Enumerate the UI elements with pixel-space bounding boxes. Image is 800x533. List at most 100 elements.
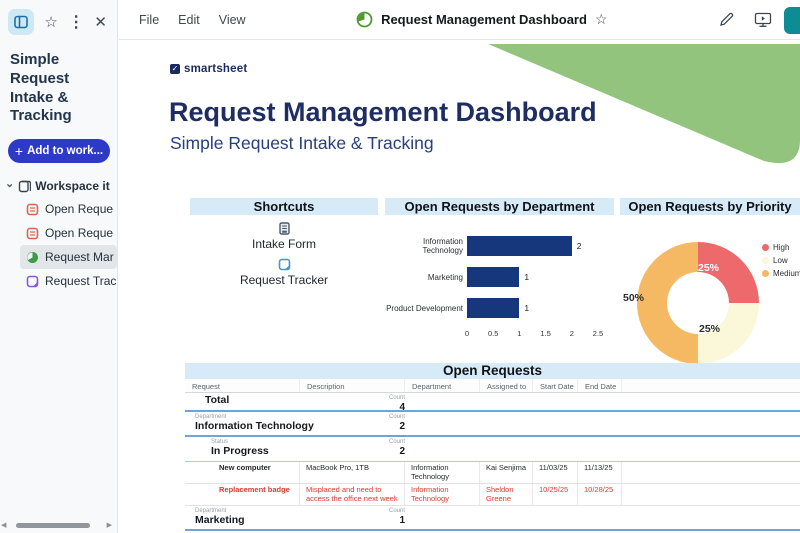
count-label: Count — [388, 508, 405, 514]
favorite-star-icon[interactable]: ☆ — [44, 15, 57, 30]
legend-item: Medium — [762, 269, 800, 278]
dashboard-title: Request Management Dashboard — [169, 97, 597, 127]
bar-chart-x-axis: 0 0.5 1 1.5 2 2.5 — [464, 329, 614, 339]
table-title: Open Requests — [185, 363, 800, 379]
dashboard-icon — [27, 251, 38, 263]
bar — [467, 267, 520, 287]
group-tag-label: Status — [211, 439, 229, 445]
legend-item: Low — [762, 256, 800, 265]
legend-label: Low — [773, 256, 788, 265]
sidebar-item-2[interactable]: Request Mar — [20, 245, 117, 269]
sidebar-item-label: Open Reque — [45, 226, 114, 240]
star-document-icon[interactable]: ☆ — [595, 11, 608, 28]
table-cell: Replacement badge — [185, 484, 300, 505]
group-tag-label: Department — [195, 508, 227, 514]
table-cell: 11/03/25 — [533, 462, 578, 483]
document-title: Request Management Dashboard — [381, 12, 587, 27]
table-group-row[interactable]: Department Marketing Count 1 — [185, 506, 800, 531]
group-name: In Progress — [211, 445, 269, 457]
workspace-root-item[interactable]: ⌄ Workspace it — [0, 175, 117, 197]
sidebar: ☆ ⋮ ✕ Simple Request Intake & Tracking +… — [0, 0, 118, 533]
sidebar-item-3[interactable]: Request Trac — [20, 269, 117, 293]
add-to-workspace-button[interactable]: + Add to work... — [8, 139, 110, 163]
workspace-root-label: Workspace it — [35, 179, 110, 193]
edit-pencil-icon[interactable] — [718, 11, 735, 28]
x-tick-label: 2.5 — [592, 329, 604, 338]
shortcuts-panel-title: Shortcuts — [190, 198, 378, 215]
bar-row: Information Technology 2 — [385, 236, 614, 256]
kebab-menu-icon[interactable]: ⋮ — [68, 14, 84, 30]
table-group-row[interactable]: Status In Progress Count 2 — [185, 437, 800, 462]
legend-dot-icon — [762, 257, 769, 264]
sidebar-item-label: Open Reque — [45, 202, 114, 216]
slice-label-high: 25% — [698, 262, 720, 274]
table-cell: Sheldon Greene — [480, 484, 533, 505]
table-cell: Misplaced and need to access the office … — [300, 484, 405, 505]
bar-category-label: Information Technology — [422, 237, 463, 255]
document-title-group: Request Management Dashboard ☆ — [246, 11, 718, 28]
bar-category-label: Marketing — [427, 272, 463, 282]
legend-item: High — [762, 243, 800, 252]
smartsheet-check-icon: ✓ — [170, 64, 180, 74]
column-header-assigned-to[interactable]: Assigned to — [480, 379, 533, 392]
table-group-row[interactable]: Total Count 4 — [185, 393, 800, 413]
priority-chart-title: Open Requests by Priority — [620, 198, 800, 215]
close-panel-icon[interactable]: ✕ — [94, 15, 107, 30]
department-chart-panel: Open Requests by Department Information … — [385, 198, 614, 339]
app-window: ☆ ⋮ ✕ Simple Request Intake & Tracking +… — [0, 0, 800, 533]
count-label: Count — [388, 414, 405, 420]
column-header-start-date[interactable]: Start Date — [533, 379, 578, 392]
table-cell: 10/25/25 — [533, 484, 578, 505]
x-tick-label: 2 — [569, 329, 574, 338]
plus-icon: + — [14, 143, 24, 159]
legend-dot-icon — [762, 270, 769, 277]
column-header-description[interactable]: Description — [300, 379, 405, 392]
share-button[interactable] — [784, 7, 800, 34]
workspace-logo-icon[interactable] — [8, 9, 34, 35]
shortcut-label: Request Tracker — [239, 273, 329, 287]
count-value: 2 — [399, 446, 405, 457]
scrollbar-thumb[interactable] — [16, 523, 90, 528]
column-header-department[interactable]: Department — [405, 379, 480, 392]
shortcut-intake-form[interactable]: Intake Form — [190, 222, 378, 251]
menu-edit[interactable]: Edit — [178, 13, 200, 27]
table-cell: Kai Senjima — [480, 462, 533, 483]
shortcuts-panel: Shortcuts Intake Form Request Tracker — [190, 198, 378, 287]
shortcut-request-tracker[interactable]: Request Tracker — [190, 258, 378, 287]
sidebar-scrollbar[interactable]: ◀ ▶ — [0, 522, 117, 530]
column-header-request[interactable]: Request — [185, 379, 300, 392]
sidebar-item-1[interactable]: Open Reque — [20, 221, 117, 245]
sheet-icon — [26, 275, 39, 287]
scroll-left-icon[interactable]: ◀ — [1, 521, 6, 529]
table-cell: Information Technology — [405, 484, 480, 505]
report-icon — [26, 203, 39, 215]
donut-chart: 25% 25% 50% High Low Medium — [620, 215, 800, 365]
bar-value-label: 1 — [524, 272, 530, 282]
slice-label-low: 25% — [699, 323, 721, 335]
column-header-filler — [622, 379, 800, 392]
sidebar-toolbar: ☆ ⋮ ✕ — [0, 0, 117, 35]
bar-category-label: Product Development — [386, 303, 463, 313]
table-header-row: Request Description Department Assigned to S… — [185, 379, 800, 393]
table-cell: Information Technology — [405, 462, 480, 483]
table-data-row[interactable]: Replacement badge Misplaced and need to a… — [185, 484, 800, 506]
legend-dot-icon — [762, 244, 769, 251]
table-data-row[interactable]: New computer MacBook Pro, 1TB Information … — [185, 462, 800, 484]
shortcut-label: Intake Form — [251, 237, 317, 251]
priority-chart-panel: Open Requests by Priority 25% 25% 50% Hi… — [620, 198, 800, 365]
menubar: File Edit View — [119, 13, 246, 27]
scroll-right-icon[interactable]: ▶ — [107, 521, 112, 529]
sidebar-item-0[interactable]: Open Reque — [20, 197, 117, 221]
bar-row: Product Development 1 — [385, 298, 614, 318]
group-name: Total — [205, 394, 230, 406]
x-tick-label: 0 — [464, 329, 470, 338]
smartsheet-logo: ✓ smartsheet — [170, 63, 248, 75]
column-header-end-date[interactable]: End Date — [578, 379, 622, 392]
menu-file[interactable]: File — [139, 13, 159, 27]
menu-view[interactable]: View — [219, 13, 246, 27]
bar-row: Marketing 1 — [385, 267, 614, 287]
workspace-tree: ⌄ Workspace it Open Reque Open Reque Reque… — [0, 175, 117, 293]
table-group-row[interactable]: Department Information Technology Count 2 — [185, 412, 800, 437]
bar — [467, 298, 520, 318]
present-screen-icon[interactable] — [754, 12, 772, 28]
